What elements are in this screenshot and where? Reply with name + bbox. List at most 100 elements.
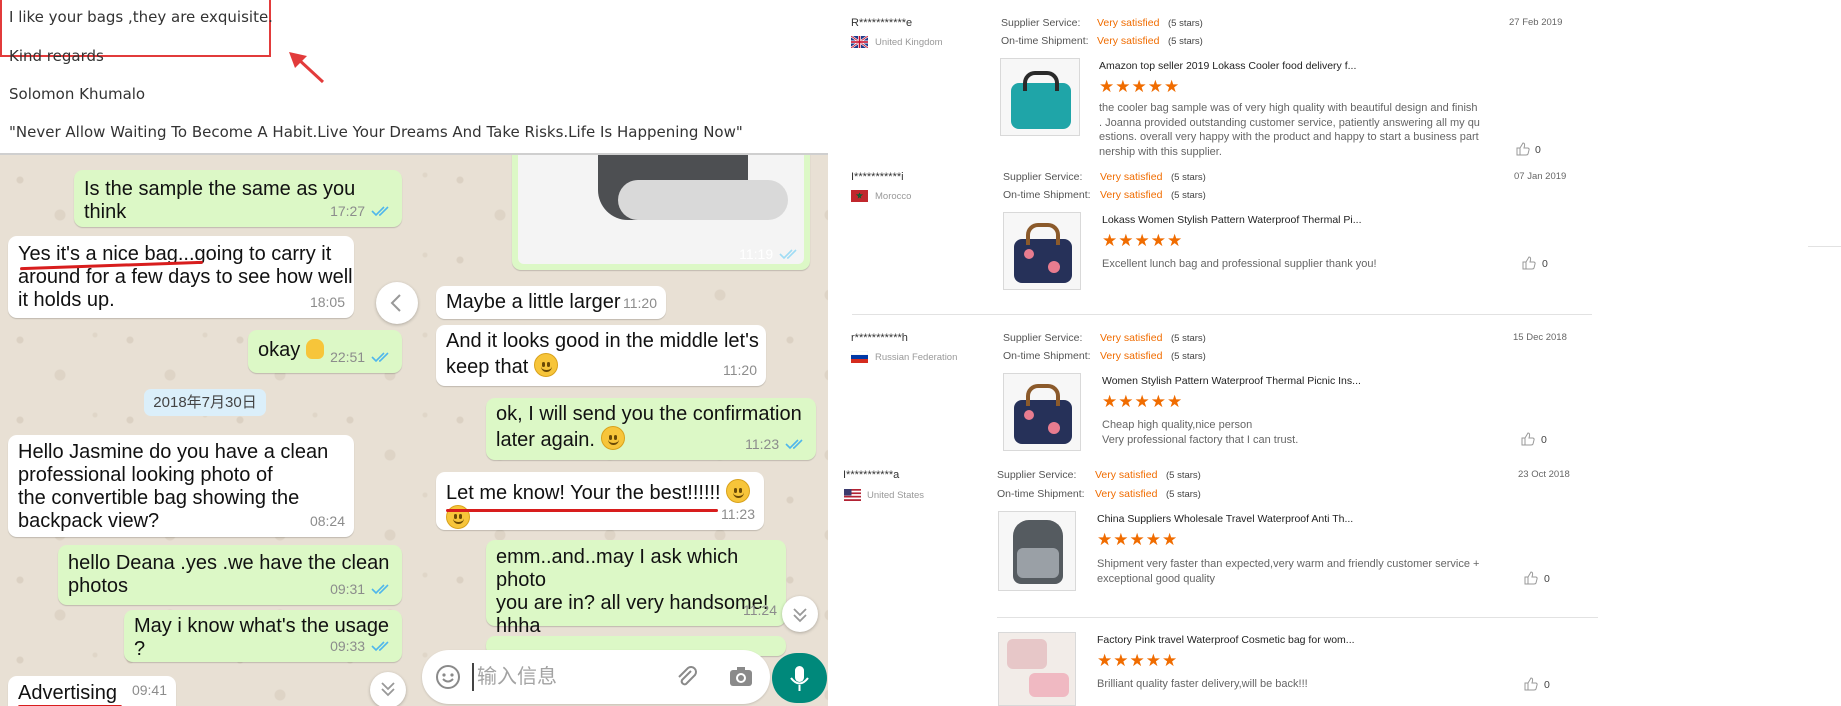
message-time: 08:24 [309,513,345,529]
message-input[interactable]: 输入信息 [472,663,652,691]
message-bubble[interactable]: Hello Jasmine do you have a clean profes… [8,435,354,537]
product-thumbnail[interactable] [998,632,1076,706]
review-date: 27 Feb 2019 [1509,17,1563,28]
like-count: 0 [1542,258,1548,270]
flag-usa-icon [844,489,861,501]
read-ticks-icon [371,584,389,595]
divider [997,617,1598,618]
divider [1808,246,1841,247]
message-text: professional looking photo of [18,464,273,486]
mic-icon [790,666,809,691]
smile-emoji-icon [533,353,558,377]
like-count: 0 [1544,573,1550,585]
product-title[interactable]: Amazon top seller 2019 Lokass Cooler foo… [1099,60,1356,72]
reviewer-name: I***********i [851,171,904,183]
thumbs-up-icon[interactable] [1516,142,1530,156]
product-thumbnail[interactable] [998,511,1076,591]
stars-count: (5 stars) [1168,36,1203,47]
message-time: 18:05 [309,294,345,310]
stars-count: (5 stars) [1171,351,1206,362]
product-thumbnail[interactable] [1003,373,1081,451]
product-rating: ★★★★★ [1102,392,1184,411]
thumbs-up-icon[interactable] [1522,256,1536,270]
message-text: hello Deana .yes .we have the clean [68,552,390,574]
on-time-label: On-time Shipment: [1003,350,1091,362]
on-time-label: On-time Shipment: [1003,189,1091,201]
read-ticks-icon [371,206,389,217]
satisfaction-value: Very satisfied [1095,488,1158,500]
product-rating: ★★★★★ [1102,231,1184,250]
satisfaction-value: Very satisfied [1097,35,1160,47]
like-count: 0 [1541,434,1547,446]
review-text: Excellent lunch bag and professional sup… [1102,258,1377,270]
product-rating: ★★★★★ [1099,77,1181,96]
scroll-down-button[interactable] [782,596,818,632]
reviewer-country: United States [867,490,925,501]
thumbs-up-icon[interactable] [1524,571,1538,585]
product-rating: ★★★★★ [1097,651,1179,670]
message-text: emm..and..may I ask which photo [496,546,739,591]
message-bubble[interactable]: Maybe a little larger 11:20 [436,286,666,319]
message-text: the convertible bag showing the [18,487,300,509]
message-bubble[interactable]: Advertising 09:41 [8,676,176,706]
email-quote: "Never Allow Waiting To Become A Habit.L… [9,123,743,141]
product-title[interactable]: China Suppliers Wholesale Travel Waterpr… [1097,513,1353,525]
satisfaction-value: Very satisfied [1100,171,1163,183]
image-message[interactable]: 11:19 [512,140,810,270]
message-bubble[interactable]: Let me know! Your the best!!!!!! 11:23 [436,472,764,530]
scroll-down-button-left[interactable] [370,672,406,706]
mic-button[interactable] [772,653,827,703]
message-time: 11:23 [745,436,780,452]
message-text: Advertising [18,682,117,704]
emoji-icon[interactable] [435,664,461,690]
reviewer-name: r***********h [851,332,908,344]
thumbs-up-icon[interactable] [1524,677,1538,691]
supplier-reviews-panel: R***********e United Kingdom Supplier Se… [828,0,1841,706]
product-thumbnail[interactable] [1003,212,1081,290]
product-title[interactable]: Factory Pink travel Waterproof Cosmetic … [1097,634,1355,646]
satisfaction-value: Very satisfied [1100,189,1163,201]
message-time: 17:27 [330,203,366,219]
chevron-left-icon [390,294,401,312]
message-bubble[interactable]: May i know what's the usage ? 09:33 [124,610,402,662]
date-chip: 2018年7月30日 [144,389,266,416]
supplier-service-label: Supplier Service: [1003,332,1083,344]
message-bubble[interactable]: And it looks good in the middle let's ke… [436,325,766,386]
message-input-bar[interactable]: 输入信息 [422,650,770,704]
message-bubble[interactable]: hello Deana .yes .we have the clean phot… [58,545,402,605]
stars-count: (5 stars) [1166,489,1201,500]
back-button[interactable] [376,282,418,324]
satisfaction-value: Very satisfied [1095,469,1158,481]
supplier-service-label: Supplier Service: [997,469,1077,481]
product-title[interactable]: Women Stylish Pattern Waterproof Thermal… [1102,375,1361,387]
review-date: 15 Dec 2018 [1513,332,1567,343]
reviewer-name: I***********a [843,469,900,481]
message-bubble[interactable]: emm..and..may I ask which photo you are … [486,540,786,662]
message-time: 11:24 [743,602,777,618]
message-time: 09:33 [330,638,366,654]
message-bubble[interactable]: Is the sample the same as you think 17:2… [74,170,402,227]
message-bubble[interactable]: okay 22:51 [248,330,402,373]
read-ticks-icon [371,641,389,652]
message-text: Let me know! Your the best!!!!!! [446,482,721,504]
message-time: 11:20 [623,295,657,311]
read-ticks-icon [785,439,803,450]
message-bubble[interactable]: ok, I will send you the confirmation lat… [486,398,816,460]
message-text: Hello Jasmine do you have a clean [18,441,329,463]
flag-uk-icon [851,36,868,48]
message-time: 09:41 [131,682,167,698]
email-signature: Solomon Khumalo [9,85,146,103]
attach-icon[interactable] [674,664,700,690]
thumbs-up-icon[interactable] [1521,432,1535,446]
product-title[interactable]: Lokass Women Stylish Pattern Waterproof … [1102,214,1362,226]
satisfaction-value: Very satisfied [1097,17,1160,29]
stars-count: (5 stars) [1168,18,1203,29]
review-text: the cooler bag sample was of very high q… [1099,102,1480,158]
message-bubble[interactable]: Yes it's a nice bag...going to carry it … [8,236,354,318]
camera-icon[interactable] [728,664,754,690]
review-text: Shipment very faster than expected,very … [1097,558,1480,585]
message-text: around for a few days to see how well [18,266,353,288]
read-ticks-icon [779,249,797,260]
message-text: later again. [496,429,595,451]
product-thumbnail[interactable] [1000,58,1080,136]
